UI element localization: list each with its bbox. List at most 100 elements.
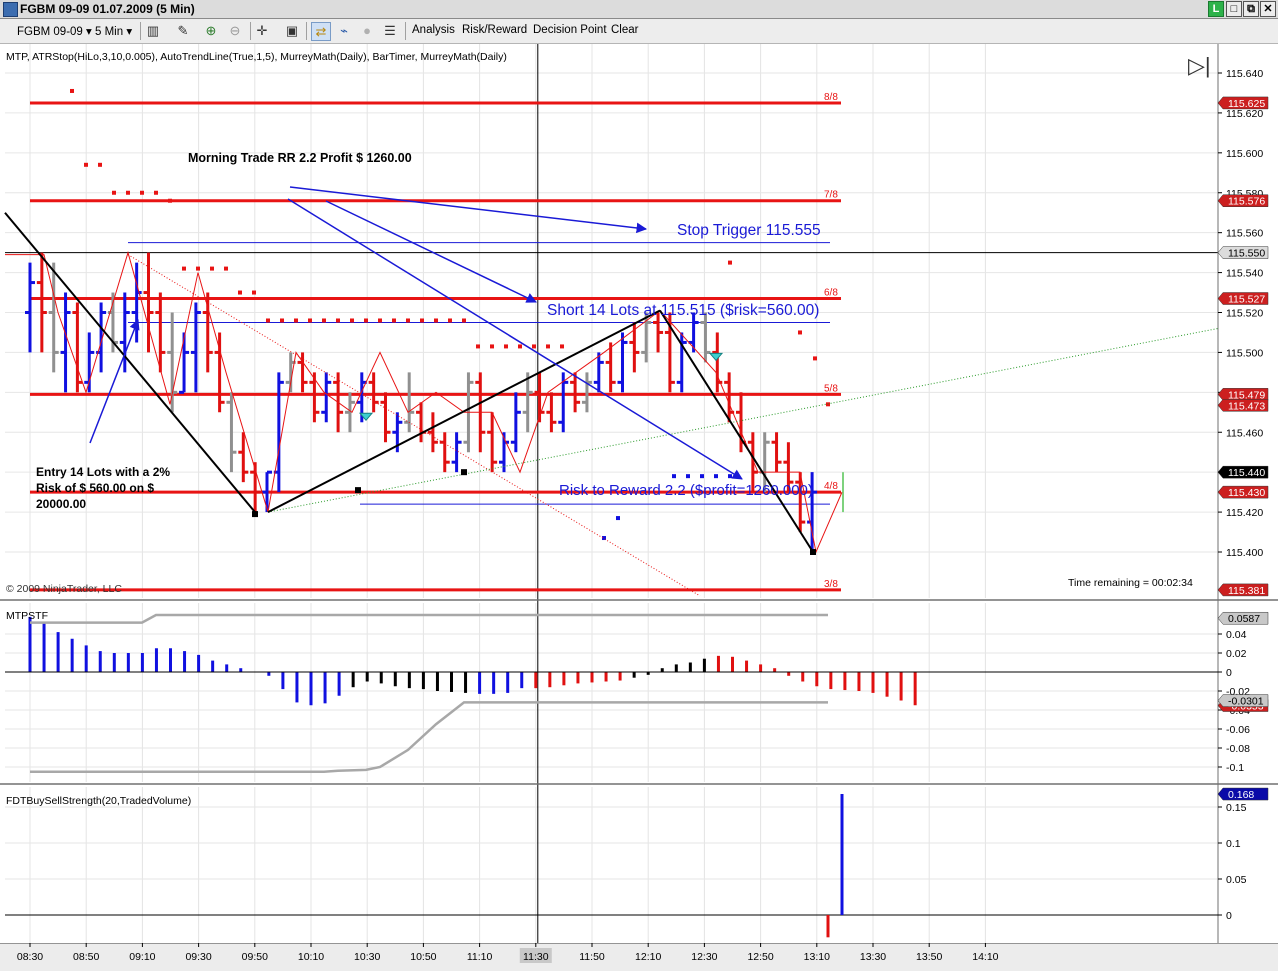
atr-stop-dot <box>406 318 410 323</box>
clear-button[interactable]: Clear <box>611 24 638 36</box>
toolbar-separator <box>306 22 307 40</box>
strategy-icon[interactable]: ⌁ <box>335 22 353 39</box>
price-tag-text: 115.440 <box>1228 467 1265 479</box>
axis-tick-label: 115.540 <box>1226 268 1263 280</box>
time-remaining-label: Time remaining = 00:02:34 <box>1068 577 1193 589</box>
atr-stop-dot <box>532 344 536 349</box>
risk-reward-button[interactable]: Risk/Reward <box>462 24 527 36</box>
atr-stop-dot <box>504 344 508 349</box>
atr-stop-dot <box>672 474 676 479</box>
time-axis-label: 12:10 <box>635 951 661 963</box>
time-axis-label: 08:50 <box>73 951 99 963</box>
time-axis-label: 13:30 <box>860 951 886 963</box>
lower-band-line <box>30 701 828 773</box>
zoom-out-icon[interactable]: ⊖ <box>226 22 244 39</box>
atr-stop-dot <box>196 266 200 271</box>
time-axis-label: 12:30 <box>691 951 717 963</box>
close-button[interactable]: ✕ <box>1260 1 1276 17</box>
buy-sell-strength <box>5 794 1218 938</box>
chart-trader-toggle-icon[interactable]: ▷| <box>1188 53 1211 79</box>
minimize-button[interactable]: □ <box>1226 1 1242 17</box>
atr-stop-dot <box>308 318 312 323</box>
zoom-in-icon[interactable]: ⊕ <box>202 22 220 39</box>
axis-tick-label: 115.460 <box>1226 427 1263 439</box>
price-tag-text: 115.625 <box>1228 98 1265 110</box>
atr-stop-dot <box>84 162 88 167</box>
atr-stop-dot <box>210 266 214 271</box>
trend-lines <box>4 212 1219 597</box>
axis-tick-label: 0.04 <box>1226 629 1247 641</box>
strength-tag-text: 0.168 <box>1228 789 1254 801</box>
axis-tick-label: 0.02 <box>1226 648 1247 660</box>
stop-trigger-label: Stop Trigger 115.555 <box>677 222 821 239</box>
chart-trader-icon[interactable]: ⇄ <box>311 22 331 41</box>
window-title: FGBM 09-09 01.07.2009 (5 Min) <box>20 2 195 16</box>
interval-selector[interactable]: 5 Min ▾ <box>95 24 132 38</box>
atr-stop-dot <box>728 260 732 265</box>
time-axis-label: 13:10 <box>804 951 830 963</box>
axis-tick-label: 0.05 <box>1226 874 1247 886</box>
decision-point-button[interactable]: Decision Point <box>533 24 607 36</box>
entry-note: Entry 14 Lots with a 2% Risk of $ 560.00… <box>36 464 170 512</box>
atr-stop-dot <box>813 356 817 361</box>
axis-tick-label: 0 <box>1226 667 1232 679</box>
murrey-level-label: 8/8 <box>824 92 838 103</box>
time-axis-label: 11:30 <box>523 951 549 963</box>
time-axis-label: 11:10 <box>467 951 493 963</box>
pivot-marker <box>461 469 467 476</box>
atr-stop-dot <box>476 344 480 349</box>
toolbar-separator <box>405 22 406 40</box>
axis-tick-label: 0 <box>1226 910 1232 922</box>
maximize-button[interactable]: ⧉ <box>1243 1 1259 17</box>
axis-tick-label: -0.06 <box>1226 724 1250 736</box>
axis-tick-label: 115.400 <box>1226 547 1263 559</box>
murrey-math-lines: 8/8 7/8 6/8 5/8 4/8 3/8 <box>30 92 841 592</box>
link-button[interactable]: L <box>1208 1 1224 17</box>
atr-stop-dot <box>364 318 368 323</box>
atr-stop-dot <box>560 344 564 349</box>
time-axis-label: 09:10 <box>129 951 155 963</box>
properties-icon[interactable]: ☰ <box>381 22 399 39</box>
atr-stop-dot <box>112 190 116 195</box>
axis-tick-label: -0.08 <box>1226 743 1250 755</box>
atr-stop-dot <box>126 190 130 195</box>
draw-pencil-icon[interactable]: ✎ <box>174 22 192 39</box>
time-axis-label: 10:30 <box>354 951 380 963</box>
axis-tick-label: 115.560 <box>1226 228 1263 240</box>
price-tag-text: 115.381 <box>1228 585 1265 597</box>
price-chart[interactable]: 8/87/86/85/84/83/8 115.640115.620115.600… <box>0 44 1278 971</box>
time-axis-label: 09:50 <box>242 951 268 963</box>
axis-tick-label: 115.420 <box>1226 507 1263 519</box>
panel-frames <box>0 44 1278 971</box>
atr-stop-dot <box>686 474 690 479</box>
instrument-selector[interactable]: FGBM 09-09 ▾ <box>17 24 92 38</box>
crosshair-icon[interactable]: ✛ <box>253 22 271 39</box>
axis-tick-label: 115.600 <box>1226 148 1263 160</box>
price-axis[interactable]: 115.640115.620115.600115.580115.560115.5… <box>1217 68 1269 922</box>
axis-tick-label: -0.1 <box>1226 762 1244 774</box>
atr-stop-dot <box>490 344 494 349</box>
atr-stop-dot <box>336 318 340 323</box>
atr-stop-dot <box>546 344 550 349</box>
hotkey-icon[interactable]: ● <box>358 22 376 39</box>
risk-reward-label: Risk to Reward 2.2 ($profit=1260.000) <box>559 482 813 499</box>
analysis-button[interactable]: Analysis <box>412 24 455 36</box>
data-box-icon[interactable]: ▣ <box>283 22 301 39</box>
mtpstf-panel-label: MTPSTF <box>6 610 48 622</box>
atr-stop-dot <box>728 474 732 479</box>
atr-stop-dot <box>798 330 802 335</box>
instrument-label: FGBM 09-09 <box>17 26 83 38</box>
strength-panel-label: FDTBuySellStrength(20,TradedVolume) <box>6 795 192 807</box>
atr-stop-dot <box>182 266 186 271</box>
oscillator-tag-text: -0.0301 <box>1228 696 1264 708</box>
toolbar-separator <box>250 22 251 40</box>
atr-stop-dot <box>168 198 172 203</box>
chevron-down-icon: ▾ <box>86 26 92 38</box>
murrey-level-label: 3/8 <box>824 579 838 590</box>
price-tag-text: 115.576 <box>1228 196 1265 208</box>
time-axis-label: 10:10 <box>298 951 324 963</box>
time-axis-label: 13:50 <box>916 951 942 963</box>
short-entry-label: Short 14 Lots at 115.515 ($risk=560.00) <box>547 302 820 319</box>
atr-stop-dot <box>252 290 256 295</box>
bar-type-icon[interactable]: ▥ <box>144 22 162 39</box>
